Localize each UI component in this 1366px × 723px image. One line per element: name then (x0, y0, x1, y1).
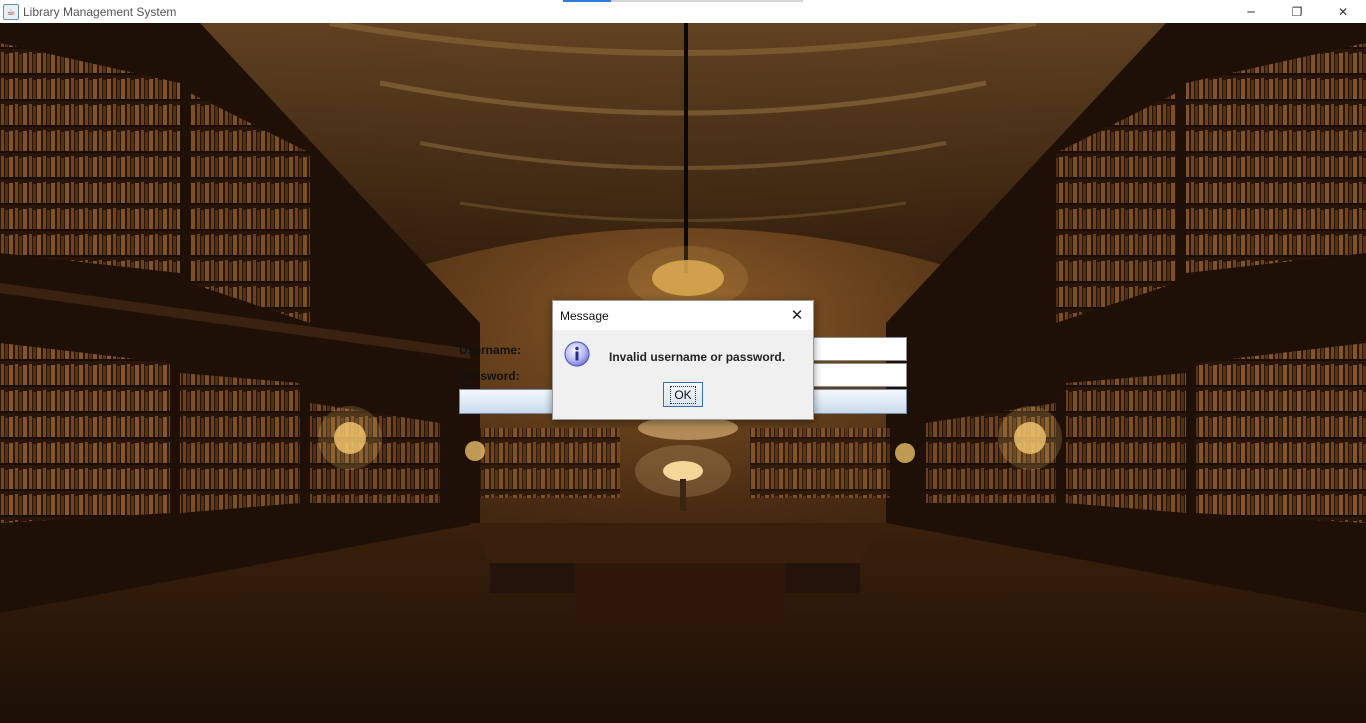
close-button[interactable]: ✕ (1320, 0, 1366, 23)
dialog-title: Message (560, 308, 609, 323)
window-title: Library Management System (23, 4, 177, 19)
dialog-message: Invalid username or password. (609, 350, 786, 364)
window-controls: ─ ❐ ✕ (1228, 0, 1366, 23)
window-titlebar: ☕ Library Management System ─ ❐ ✕ (0, 0, 1366, 23)
message-dialog: Message ✕ Invalid username or password. … (552, 300, 814, 420)
dialog-close-icon[interactable]: ✕ (787, 305, 807, 325)
dialog-titlebar: Message ✕ (553, 301, 813, 330)
taskbar-indicator-track (611, 0, 803, 2)
ok-button[interactable]: OK (663, 382, 703, 407)
restore-button[interactable]: ❐ (1274, 0, 1320, 23)
info-icon (564, 341, 590, 367)
password-label: Password: (459, 369, 520, 383)
taskbar-indicator (563, 0, 611, 2)
java-app-icon: ☕ (3, 3, 19, 20)
ok-button-label: OK (670, 385, 696, 404)
minimize-button[interactable]: ─ (1228, 0, 1274, 23)
username-label: Username: (459, 343, 522, 357)
